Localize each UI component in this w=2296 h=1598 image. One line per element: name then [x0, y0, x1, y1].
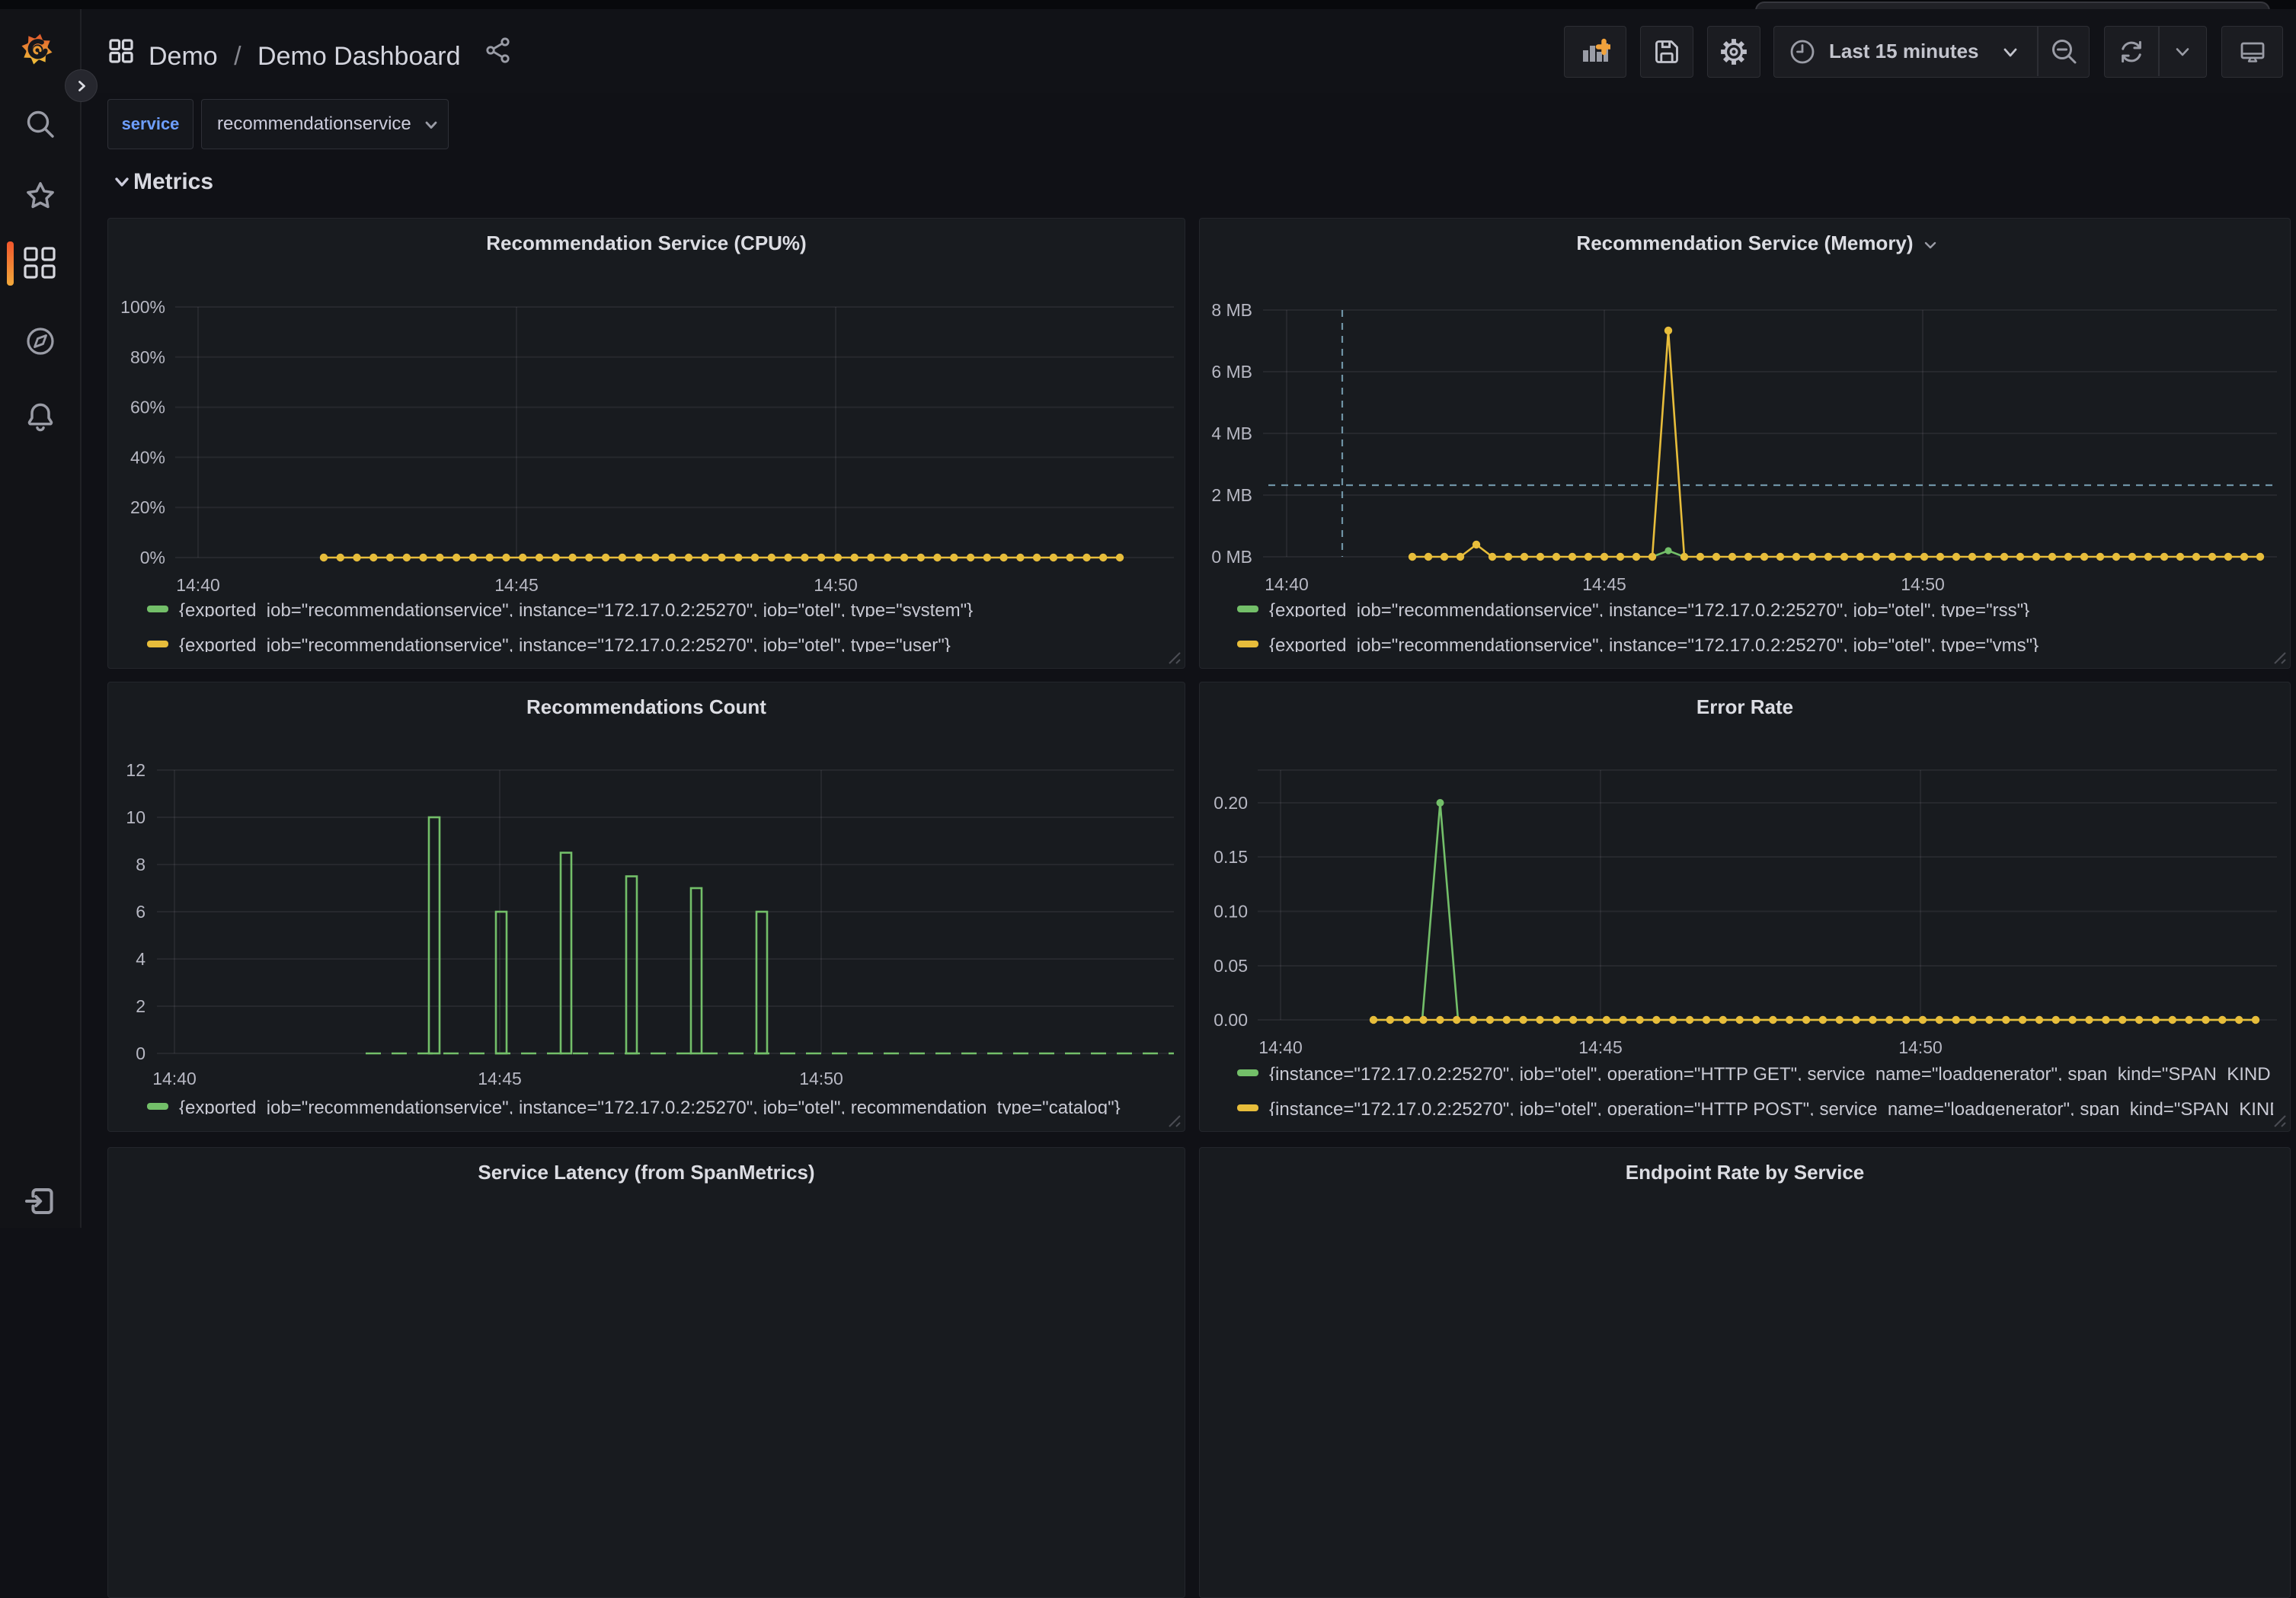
svg-text:10: 10	[126, 807, 145, 827]
svg-text:0: 0	[136, 1043, 145, 1063]
svg-text:4 MB: 4 MB	[1211, 423, 1252, 443]
svg-text:0.15: 0.15	[1214, 847, 1248, 867]
svg-text:14:50: 14:50	[799, 1069, 843, 1088]
svg-text:14:40: 14:40	[1265, 574, 1309, 594]
svg-text:2 MB: 2 MB	[1211, 485, 1252, 505]
svg-text:2: 2	[136, 996, 145, 1016]
svg-text:14:50: 14:50	[1901, 574, 1945, 594]
svg-text:14:45: 14:45	[478, 1069, 522, 1088]
svg-text:14:45: 14:45	[1578, 1037, 1623, 1057]
svg-text:0%: 0%	[140, 548, 165, 567]
svg-text:0.10: 0.10	[1214, 902, 1248, 922]
svg-text:100%: 100%	[120, 297, 165, 317]
svg-text:8: 8	[136, 855, 145, 874]
svg-text:0 MB: 0 MB	[1211, 547, 1252, 567]
svg-text:14:50: 14:50	[1898, 1037, 1943, 1057]
svg-text:14:50: 14:50	[814, 575, 858, 595]
svg-text:14:40: 14:40	[152, 1069, 197, 1088]
svg-text:14:45: 14:45	[1582, 574, 1626, 594]
svg-text:0.05: 0.05	[1214, 956, 1248, 976]
svg-text:12: 12	[126, 760, 145, 780]
svg-text:6 MB: 6 MB	[1211, 362, 1252, 382]
svg-text:0.00: 0.00	[1214, 1010, 1248, 1030]
svg-text:14:40: 14:40	[176, 575, 220, 595]
svg-text:20%: 20%	[130, 497, 165, 517]
svg-text:40%: 40%	[130, 447, 165, 467]
svg-text:0.20: 0.20	[1214, 793, 1248, 813]
svg-text:14:45: 14:45	[494, 575, 539, 595]
svg-text:4: 4	[136, 949, 145, 969]
svg-text:14:40: 14:40	[1258, 1037, 1303, 1057]
svg-text:60%: 60%	[130, 398, 165, 417]
svg-text:6: 6	[136, 902, 145, 922]
svg-text:8 MB: 8 MB	[1211, 300, 1252, 320]
svg-text:80%: 80%	[130, 347, 165, 367]
